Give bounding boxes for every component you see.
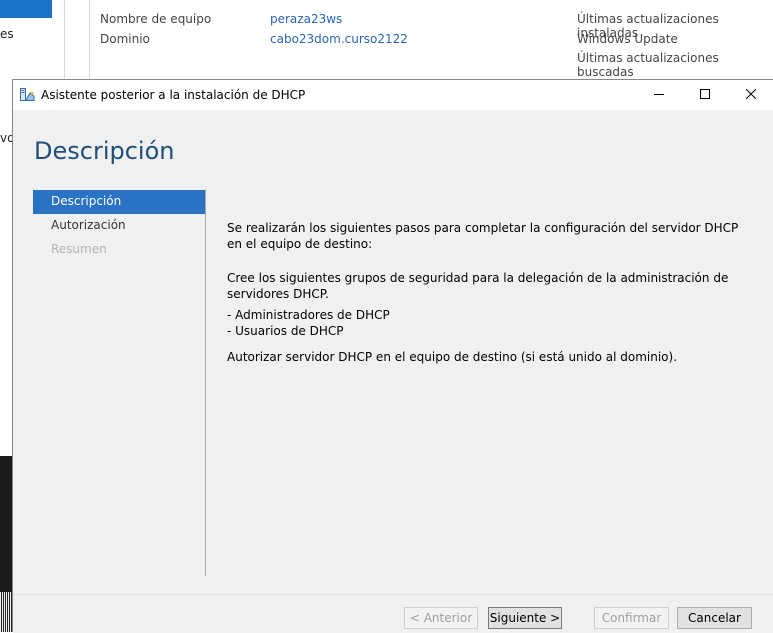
step-description[interactable]: Descripción	[33, 190, 205, 214]
group-item: - Administradores de DHCP	[227, 308, 390, 322]
server-wizard-icon	[20, 88, 35, 102]
intro-text: Se realizarán los siguientes pasos para …	[227, 221, 739, 251]
maximize-icon	[700, 88, 710, 102]
minimize-button[interactable]	[636, 80, 682, 110]
windows-update-label: Windows Update	[577, 32, 678, 46]
maximize-button[interactable]	[682, 80, 728, 110]
taskbar-fragment	[0, 592, 12, 632]
domain-link[interactable]: cabo23dom.curso2122	[270, 32, 408, 46]
cancel-button[interactable]: Cancelar	[677, 607, 752, 629]
authorize-text: Autorizar servidor DHCP en el equipo de …	[227, 350, 678, 364]
computer-name-link[interactable]: peraza23ws	[270, 12, 342, 26]
close-button[interactable]	[728, 80, 773, 110]
description-content: Se realizarán los siguientes pasos para …	[227, 189, 752, 365]
title-bar[interactable]: Asistente posterior a la instalación de …	[13, 80, 773, 110]
wizard-body: Descripción Descripción Autorización Res…	[13, 110, 773, 633]
window-title: Asistente posterior a la instalación de …	[41, 88, 306, 102]
property-label: Dominio	[100, 32, 150, 46]
divider	[89, 0, 90, 80]
steps-divider	[205, 189, 206, 576]
groups-intro-text: Cree los siguientes grupos de seguridad …	[227, 271, 729, 301]
last-updates-checked-label: Últimas actualizaciones buscadas	[577, 51, 719, 79]
group-item: - Usuarios de DHCP	[227, 324, 344, 338]
wizard-steps: Descripción Autorización Resumen	[33, 190, 205, 262]
step-authorization[interactable]: Autorización	[33, 214, 205, 238]
close-icon	[745, 88, 757, 102]
minimize-icon	[654, 88, 664, 102]
dhcp-post-install-wizard: Asistente posterior a la instalación de …	[12, 79, 773, 633]
footer-divider	[13, 594, 773, 595]
confirm-button: Confirmar	[594, 607, 669, 629]
page-title: Descripción	[34, 137, 175, 165]
step-summary: Resumen	[51, 242, 107, 256]
property-label: Nombre de equipo	[100, 12, 212, 26]
back-button: < Anterior	[404, 607, 478, 629]
nav-item-partial[interactable]: es	[0, 27, 14, 41]
next-button[interactable]: Siguiente >	[488, 607, 562, 629]
nav-selected-item[interactable]	[0, 0, 52, 18]
